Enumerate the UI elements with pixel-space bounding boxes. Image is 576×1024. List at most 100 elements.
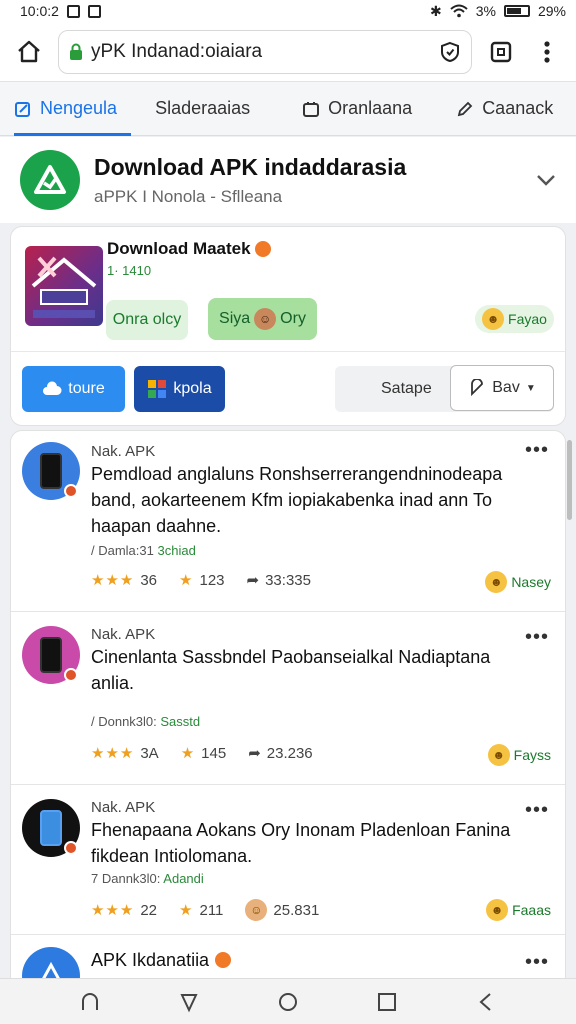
more-options-icon[interactable]: •••	[525, 951, 549, 974]
list-item[interactable]: Nak. APK ••• Cinenlanta Sassbndel Paoban…	[11, 612, 565, 785]
battery-percent: 29%	[537, 3, 566, 19]
chip-siya-ory[interactable]: Siya ☺ Ory	[208, 298, 317, 340]
bav-dropdown[interactable]: Bav ▼	[450, 365, 554, 411]
scrollbar[interactable]	[567, 440, 572, 520]
featured-title: Download Maatek	[107, 239, 271, 259]
bluetooth-icon: ✱	[430, 2, 442, 19]
share-icon[interactable]: ➦	[247, 571, 260, 589]
shares-value: 25.831	[273, 901, 320, 919]
item-title-text: APK Ikdanatiia	[91, 950, 210, 970]
calendar-icon	[303, 101, 320, 117]
saves-value: 123	[199, 571, 225, 589]
laughing-emoji-icon: ☻	[487, 744, 510, 766]
more-options-icon[interactable]: •••	[525, 439, 549, 462]
shares-value: 33:335	[265, 571, 311, 589]
item-title: APK Ikdanatiia	[91, 947, 531, 973]
list-item[interactable]: Nak. APK ••• Pemdload anglaluns Ronshser…	[11, 431, 565, 612]
tab-label: Caanack	[482, 98, 554, 118]
back-chevron-icon[interactable]	[475, 991, 497, 1013]
status-bar: 10:0:2 ✱ 3% 29%	[0, 0, 576, 22]
reaction[interactable]: ☻ Fayss	[487, 744, 551, 766]
badge-icon	[64, 484, 78, 498]
toure-button[interactable]: toure	[22, 366, 125, 412]
item-stats: ★★★ 36 ★ 123 ➦ 33:335	[91, 571, 311, 590]
tab-switcher-button[interactable]	[484, 35, 518, 69]
home-gesture-icon[interactable]	[79, 991, 101, 1013]
reaction-label: Fayss	[513, 747, 551, 763]
star-rating-icon: ★★★	[91, 572, 135, 589]
tab-caanack[interactable]: Caanack	[442, 82, 567, 136]
tab-bar: Nengeula Sladeraaias Oranlaana Caanack	[0, 82, 576, 136]
reaction[interactable]: ☻ Nasey	[485, 571, 551, 593]
brand-logo-icon	[20, 150, 80, 210]
chip-b-right: Ory	[280, 310, 306, 327]
notification-icon	[66, 4, 80, 18]
overflow-menu-button[interactable]	[530, 35, 564, 69]
tabs-icon	[490, 41, 512, 62]
meta-right: Sasstd	[160, 714, 201, 729]
star-icon: ★	[179, 902, 194, 919]
star-icon: ★	[180, 745, 196, 762]
chip-onra-olcy[interactable]: Onra olcy	[106, 300, 188, 340]
badge-icon	[64, 841, 78, 855]
item-stats: ★★★ 22 ★ 211 ☺ 25.831	[91, 899, 319, 921]
shield-icon[interactable]	[439, 41, 461, 63]
signal-text: 3%	[475, 3, 496, 19]
rating-value: 22	[140, 901, 158, 919]
laughing-emoji-icon: ☻	[485, 571, 508, 593]
meta-left: / Donnk3l0:	[91, 714, 157, 729]
item-meta: / Donnk3l0: Sasstd	[91, 714, 200, 729]
fire-badge-icon	[254, 241, 271, 257]
star-rating-icon: ★★★	[91, 745, 135, 762]
site-header: Download APK indaddarasia aPPK I Nonola …	[0, 137, 576, 223]
share-icon[interactable]: ➦	[248, 744, 261, 762]
page-subtitle: aPPK I Nonola - Sflleana	[94, 186, 283, 206]
recent-apps-icon[interactable]	[376, 991, 398, 1013]
home-button[interactable]	[12, 35, 46, 69]
phone-icon	[40, 637, 62, 673]
saves-value: 211	[199, 901, 224, 919]
tab-sladeraaias[interactable]: Sladeraaias	[141, 82, 264, 136]
list-item[interactable]: Nak. APK ••• Fhenapaana Aokans Ory Inona…	[11, 785, 565, 935]
reaction[interactable]: ☻ Faaas	[486, 899, 551, 921]
badge-icon	[64, 668, 78, 682]
saves-value: 145	[201, 744, 227, 762]
featured-title-text: Download Maatek	[107, 239, 251, 258]
pen-icon	[457, 101, 473, 116]
featured-count: 1· 1410	[107, 263, 152, 278]
system-nav-bar	[0, 978, 576, 1024]
wifi-icon	[450, 4, 468, 18]
laughing-emoji-icon: ☻	[482, 308, 505, 330]
header-titles: Download APK indaddarasia aPPK I Nonola …	[94, 154, 522, 207]
lock-icon	[70, 43, 82, 60]
app-avatar	[22, 626, 80, 684]
reaction-chip[interactable]: ☻ Fayao	[475, 305, 554, 333]
card-divider	[11, 351, 565, 352]
kebab-menu-icon	[544, 40, 550, 63]
tab-label: Oranlaana	[328, 98, 413, 118]
tab-oranlaana[interactable]: Oranlaana	[288, 82, 426, 136]
fire-badge-icon	[215, 952, 232, 968]
chip-b-left: Siya	[219, 310, 251, 327]
face-emoji-icon: ☺	[245, 899, 268, 921]
meta-right: 3chiad	[157, 543, 196, 558]
item-description: Fhenapaana Aokans Ory Inonam Pladenloan …	[91, 820, 511, 866]
rating-value: 3A	[140, 744, 159, 762]
kpola-button[interactable]: kpola	[134, 366, 225, 412]
back-triangle-icon[interactable]	[178, 991, 200, 1013]
avatar-icon: ☺	[254, 308, 277, 330]
url-field[interactable]: yPK Indanad:oiaiara	[58, 29, 472, 74]
circle-home-icon[interactable]	[277, 991, 299, 1013]
browser-toolbar: yPK Indanad:oiaiara	[0, 22, 576, 82]
tab-label: Sladeraaias	[155, 98, 251, 118]
app-avatar	[22, 442, 80, 500]
item-meta: / Damla:31 3chiad	[91, 543, 196, 558]
tab-nengeula[interactable]: Nengeula	[0, 82, 132, 136]
reaction-label: Nasey	[511, 574, 551, 590]
url-text: yPK Indanad:oiaiara	[91, 40, 263, 62]
home-icon	[18, 40, 40, 62]
item-stats: ★★★ 3A ★ 145 ➦ 23.236	[91, 744, 313, 763]
chevron-down-icon[interactable]	[536, 173, 556, 187]
cloud-icon	[43, 381, 62, 395]
app-thumbnail[interactable]	[25, 246, 103, 326]
